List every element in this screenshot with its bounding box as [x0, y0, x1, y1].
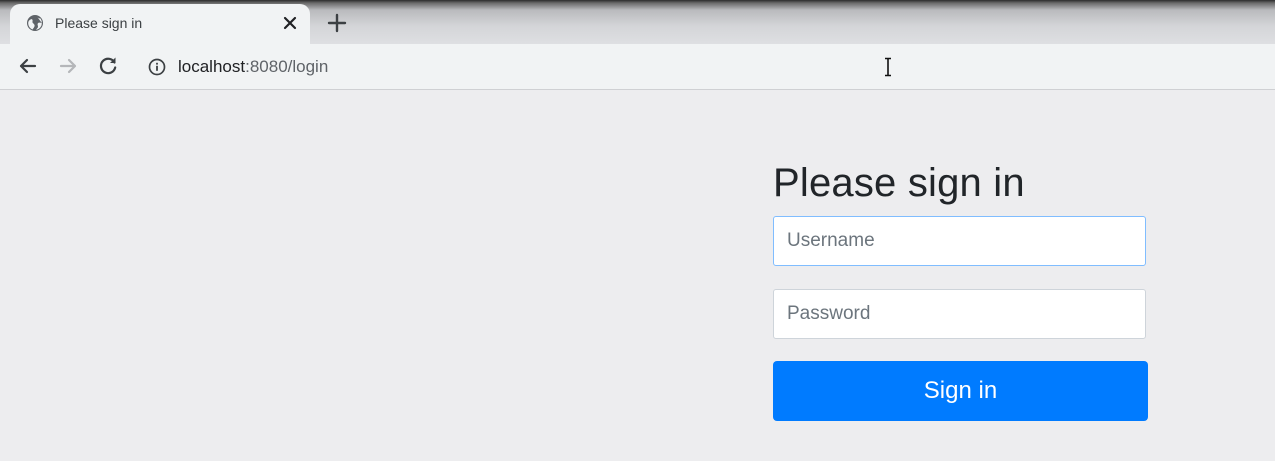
url-host: localhost — [178, 57, 246, 76]
close-icon[interactable] — [280, 13, 300, 33]
forward-arrow-icon[interactable] — [56, 54, 80, 78]
page-content: Please sign in Sign in — [0, 90, 1275, 461]
plus-icon[interactable] — [326, 12, 348, 34]
back-arrow-icon[interactable] — [16, 54, 40, 78]
reload-icon[interactable] — [96, 54, 120, 78]
text-cursor-icon — [885, 57, 891, 77]
tab-title: Please sign in — [55, 15, 143, 31]
username-input[interactable] — [773, 216, 1146, 266]
url-path: :8080/login — [245, 57, 329, 76]
tab-strip: Please sign in — [0, 0, 1275, 44]
browser-window: Please sign in localhost:8080/login Plea… — [0, 0, 1275, 461]
address-bar[interactable]: localhost:8080/login — [136, 48, 1275, 84]
password-input[interactable] — [773, 289, 1146, 339]
tab-active[interactable]: Please sign in — [10, 4, 310, 44]
sign-in-button[interactable]: Sign in — [773, 361, 1148, 421]
url-text: localhost:8080/login — [178, 57, 328, 77]
browser-toolbar: localhost:8080/login — [0, 44, 1275, 90]
info-icon[interactable] — [148, 58, 166, 76]
globe-icon — [27, 15, 43, 31]
form-heading: Please sign in — [773, 161, 1025, 205]
